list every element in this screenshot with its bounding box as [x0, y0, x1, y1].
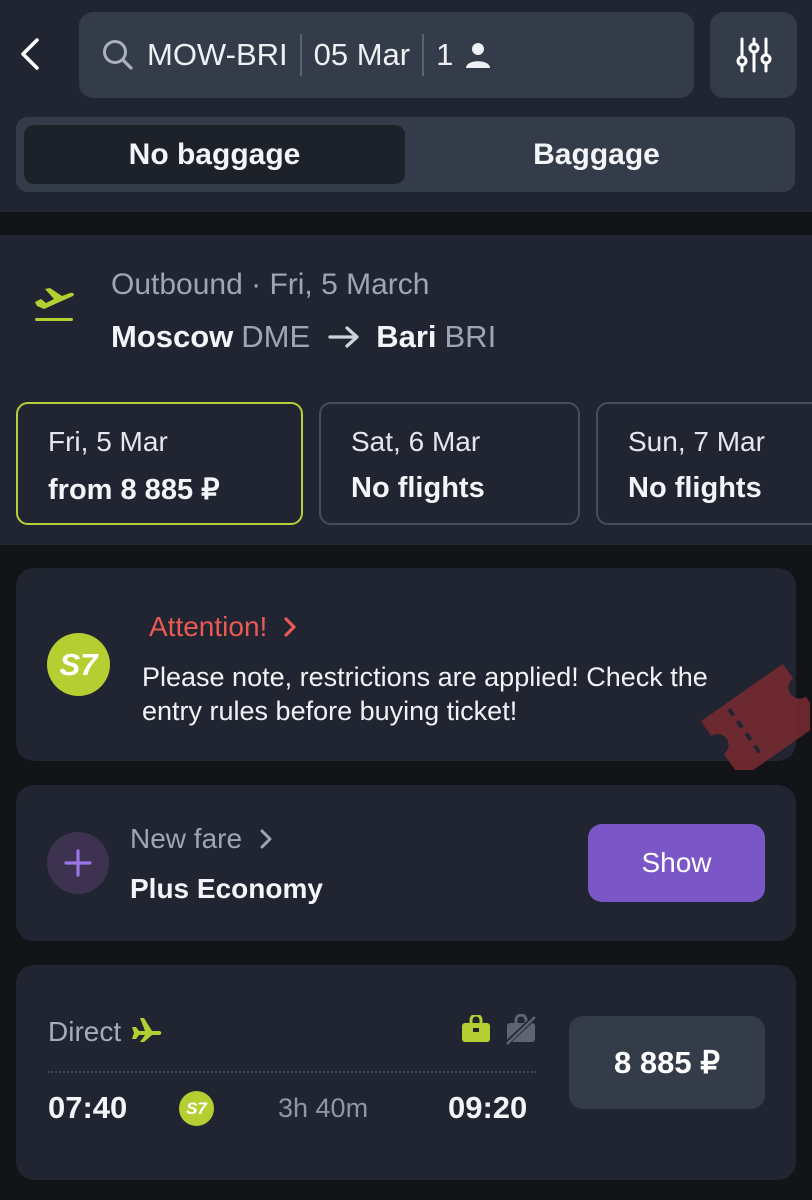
- date-label: Sat, 6 Mar: [351, 426, 481, 457]
- airline-logo-small: S7: [179, 1091, 214, 1126]
- filter-sliders-icon: [736, 37, 771, 73]
- flight-type-label: Direct: [48, 1016, 122, 1047]
- date-price: No flights: [351, 472, 485, 504]
- chevron-right-icon: [260, 829, 272, 849]
- dest-city: Bari: [376, 319, 437, 354]
- outbound-title: Outbound · Fri, 5 March: [111, 268, 430, 301]
- date-price: from 8 885 ₽: [48, 474, 220, 506]
- new-fare-link[interactable]: New fare: [130, 823, 272, 855]
- plane-icon: [132, 1018, 162, 1042]
- date-card-sat-6[interactable]: Sat, 6 Mar No flights: [319, 402, 580, 525]
- search-date: 05 Mar: [313, 37, 411, 72]
- search-summary[interactable]: MOW-BRI 05 Mar 1: [79, 12, 694, 98]
- plane-departure-icon: [35, 288, 74, 321]
- date-card-sun-7[interactable]: Sun, 7 Mar No flights: [596, 402, 812, 525]
- attention-title: Attention!: [149, 611, 268, 642]
- origin-code: DME: [241, 319, 311, 354]
- search-passengers: 1: [436, 37, 454, 72]
- flight-type: Direct: [48, 1016, 163, 1048]
- back-button[interactable]: [10, 28, 50, 80]
- divider: [48, 1071, 536, 1073]
- no-baggage-option[interactable]: No baggage: [24, 125, 405, 184]
- no-bag-icon: [504, 1014, 538, 1046]
- airline-logo: S7: [47, 633, 110, 696]
- outbound-route: Moscow DME Bari BRI: [111, 319, 496, 355]
- divider: [422, 34, 425, 76]
- price-button[interactable]: 8 885 ₽: [569, 1016, 765, 1109]
- origin-city: Moscow: [111, 319, 234, 354]
- search-icon: [101, 38, 135, 72]
- dest-code: BRI: [444, 319, 497, 354]
- bag-icon: [462, 1015, 490, 1042]
- date-label: Sun, 7 Mar: [628, 426, 765, 457]
- attention-text: Please note, restrictions are applied! C…: [142, 662, 708, 726]
- attention-link[interactable]: Attention!: [149, 611, 297, 643]
- chevron-right-icon: [284, 617, 296, 637]
- fare-name: Plus Economy: [130, 873, 323, 904]
- departure-time: 07:40: [48, 1090, 128, 1125]
- baggage-option[interactable]: Baggage: [406, 125, 787, 184]
- divider: [299, 34, 302, 76]
- baggage-toggle: No baggage Baggage: [16, 117, 795, 192]
- fare-label: New fare: [130, 823, 243, 854]
- back-chevron-icon: [21, 38, 39, 70]
- arrival-time: 09:20: [448, 1090, 528, 1125]
- flight-duration: 3h 40m: [278, 1093, 369, 1123]
- show-button[interactable]: Show: [588, 824, 765, 902]
- date-label: Fri, 5 Mar: [48, 426, 168, 457]
- arrow-right-icon: [328, 325, 360, 349]
- filter-button[interactable]: [710, 12, 797, 98]
- date-price: No flights: [628, 472, 762, 504]
- date-card-fri-5[interactable]: Fri, 5 Mar from 8 885 ₽: [16, 402, 303, 525]
- person-icon: [465, 41, 491, 69]
- plus-icon: [47, 832, 109, 894]
- search-route: MOW-BRI: [147, 37, 288, 72]
